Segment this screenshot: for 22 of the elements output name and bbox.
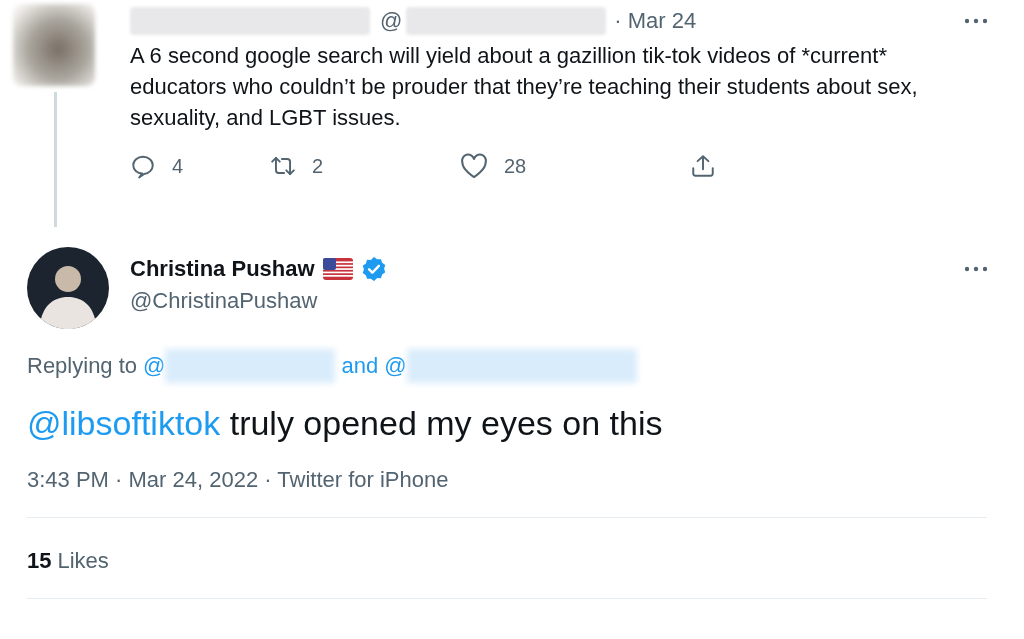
share-icon (690, 153, 716, 179)
display-name[interactable]: Christina Pushaw (130, 256, 315, 282)
at-sign: @ (380, 8, 403, 34)
like-button[interactable]: 28 (460, 153, 690, 179)
more-icon[interactable] (964, 266, 988, 272)
likes-count[interactable]: 15 (27, 548, 52, 574)
likes-label[interactable]: Likes (57, 548, 109, 574)
retweet-button[interactable]: 2 (270, 153, 460, 179)
avatar-silhouette[interactable] (27, 247, 109, 329)
tweet-text: @libsoftiktok truly opened my eyes on this (27, 403, 664, 444)
speech-bubble-icon (130, 153, 156, 179)
verified-badge-icon (360, 256, 387, 282)
user-handle[interactable]: @ChristinaPushaw (130, 288, 387, 314)
tweet-date: · Mar 24 (614, 8, 697, 34)
more-icon[interactable] (964, 18, 988, 24)
tweet-timestamp[interactable]: 3:43 PM · Mar 24, 2022 · Twitter for iPhone (27, 467, 988, 493)
flag-icon (322, 258, 353, 280)
share-button[interactable] (690, 153, 716, 179)
reply-button[interactable]: 4 (130, 153, 270, 179)
tweet-text: A 6 second google search will yield about a gazillion tik-tok videos of *current* educators who couldn’t be prouder that they’re teaching their students about sex, sexuality, and LGBT issues. (130, 42, 919, 132)
heart-icon (460, 153, 488, 179)
replying-label: Replying to (27, 353, 138, 379)
